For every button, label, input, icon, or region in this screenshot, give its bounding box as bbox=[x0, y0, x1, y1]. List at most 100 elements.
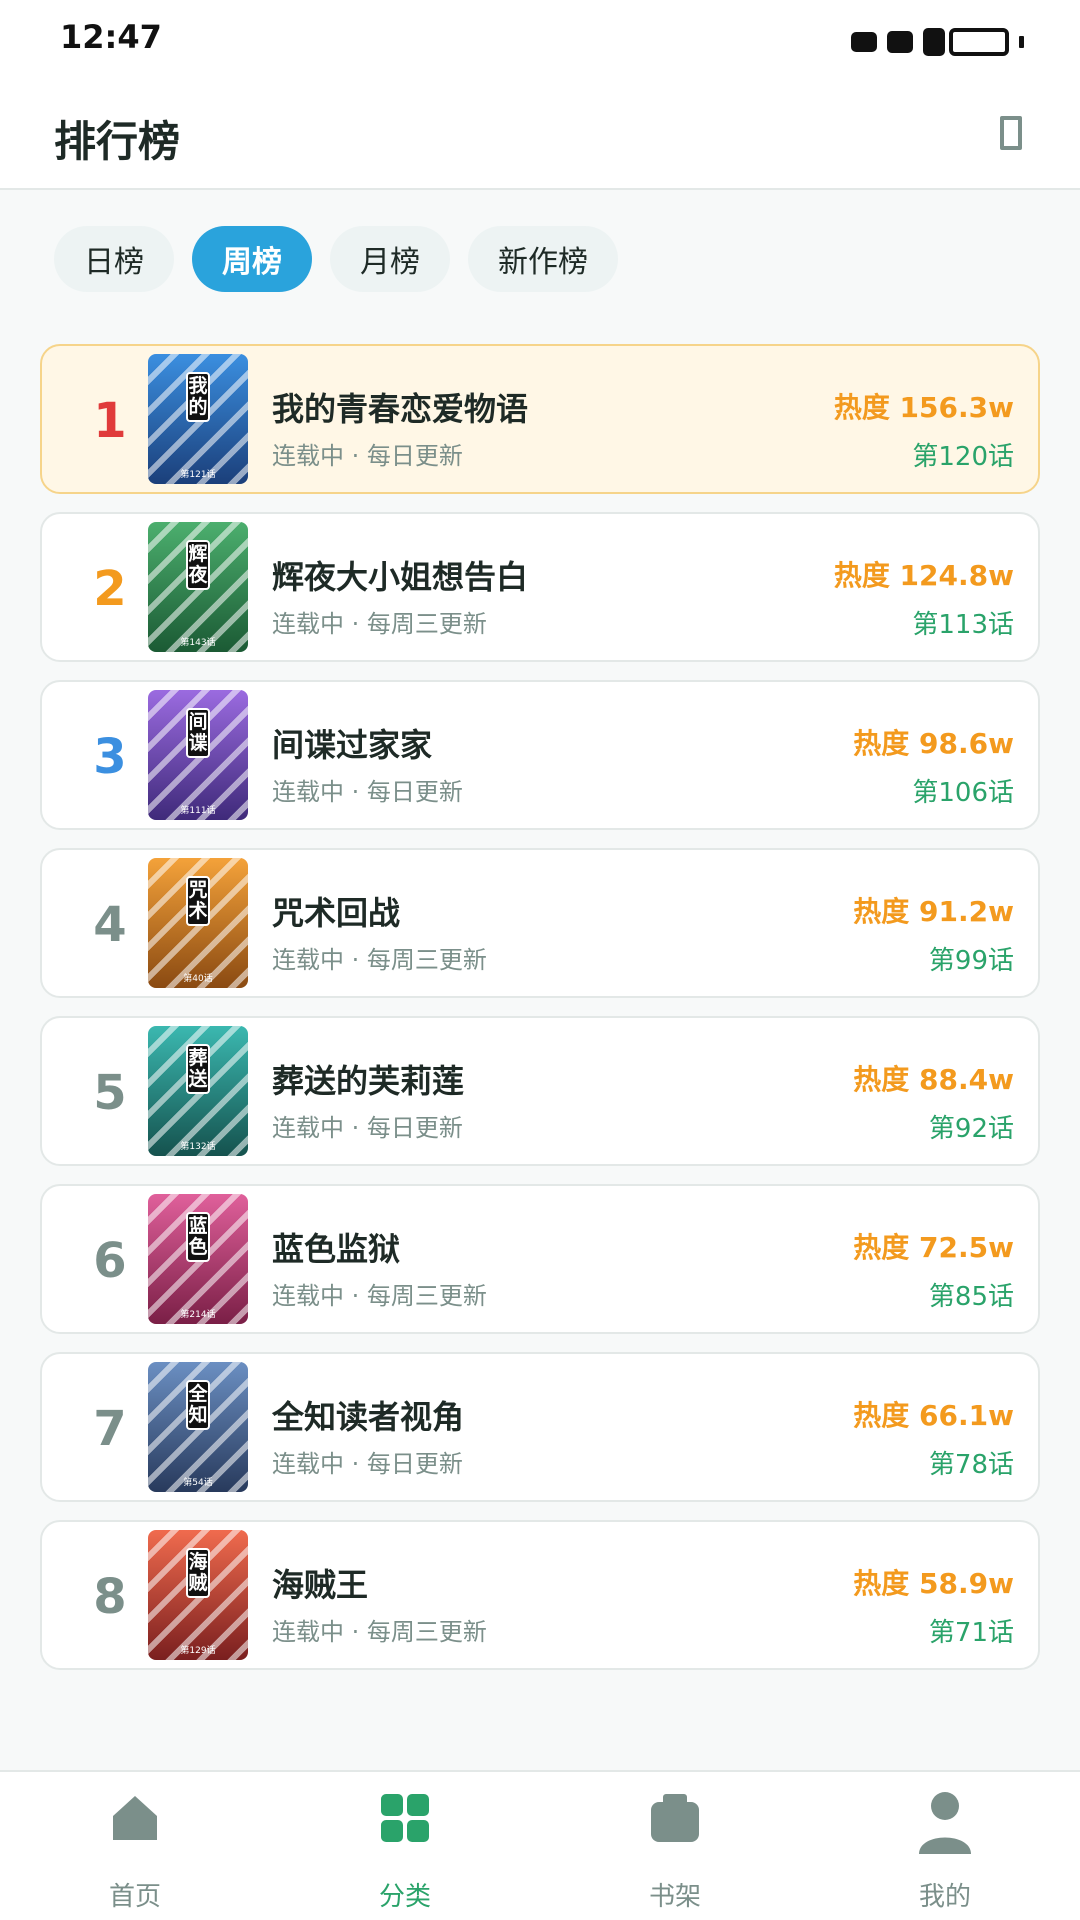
latest-episode: 第78话 bbox=[928, 1450, 1014, 1480]
nav-label: 我的 bbox=[918, 1882, 971, 1912]
comic-status: 连载中 · 每日更新 bbox=[272, 442, 463, 470]
tab-weekly[interactable]: 周榜 bbox=[192, 226, 312, 292]
cover-episode: 第40话 bbox=[183, 974, 213, 984]
nav-profile[interactable]: 我的 bbox=[810, 1772, 1080, 1920]
comic-status: 连载中 · 每日更新 bbox=[272, 778, 463, 806]
heat-score: 热度 156.3w bbox=[833, 391, 1014, 424]
latest-episode: 第92话 bbox=[928, 1114, 1014, 1144]
comic-status: 连载中 · 每周三更新 bbox=[272, 1618, 487, 1646]
cover-episode: 第121话 bbox=[180, 470, 216, 480]
comic-title: 我的青春恋爱物语 bbox=[272, 390, 529, 428]
status-time: 12:47 bbox=[60, 18, 162, 56]
rank-number: 4 bbox=[93, 897, 127, 953]
rank-number: 2 bbox=[93, 561, 127, 617]
latest-episode: 第106话 bbox=[912, 778, 1014, 808]
status-bar: 12:47 bbox=[0, 0, 1080, 82]
latest-episode: 第113话 bbox=[912, 610, 1014, 640]
header: 排行榜 bbox=[0, 82, 1080, 190]
comic-cover: 咒术 第40话 bbox=[148, 858, 248, 988]
heat-score: 热度 88.4w bbox=[853, 1063, 1014, 1096]
nav-label: 首页 bbox=[108, 1882, 161, 1912]
cover-title: 蓝色 bbox=[186, 1212, 210, 1262]
comic-title: 辉夜大小姐想告白 bbox=[272, 558, 529, 596]
cover-title: 咒术 bbox=[186, 876, 210, 926]
battery-icon bbox=[949, 28, 1009, 56]
ranking-item[interactable]: 1 我的 第121话 我的青春恋爱物语 连载中 · 每日更新 热度 156.3w… bbox=[40, 344, 1040, 494]
rank-number: 3 bbox=[93, 729, 127, 785]
heat-score: 热度 124.8w bbox=[833, 559, 1014, 592]
comic-cover: 葬送 第132话 bbox=[148, 1026, 248, 1156]
tab-daily[interactable]: 日榜 bbox=[54, 226, 174, 292]
latest-episode: 第99话 bbox=[928, 946, 1014, 976]
ranking-item[interactable]: 7 全知 第54话 全知读者视角 连载中 · 每日更新 热度 66.1w 第78… bbox=[40, 1352, 1040, 1502]
cover-title: 间谍 bbox=[186, 708, 210, 758]
rank-number: 7 bbox=[93, 1401, 127, 1457]
cover-episode: 第143话 bbox=[180, 638, 216, 648]
ranking-tabs: 日榜 周榜 月榜 新作榜 bbox=[54, 226, 618, 292]
comic-cover: 海贼 第129话 bbox=[148, 1530, 248, 1660]
battery-cap-icon bbox=[923, 28, 945, 56]
comic-status: 连载中 · 每周三更新 bbox=[272, 1282, 487, 1310]
cover-title: 辉夜 bbox=[186, 540, 210, 590]
profile-icon bbox=[919, 1792, 971, 1854]
cover-episode: 第132话 bbox=[180, 1142, 216, 1152]
comic-title: 海贼王 bbox=[272, 1566, 369, 1604]
heat-score: 热度 58.9w bbox=[853, 1567, 1014, 1600]
comic-title: 间谍过家家 bbox=[272, 726, 433, 764]
heat-score: 热度 66.1w bbox=[853, 1399, 1014, 1432]
ranking-item[interactable]: 8 海贼 第129话 海贼王 连载中 · 每周三更新 热度 58.9w 第71话 bbox=[40, 1520, 1040, 1670]
latest-episode: 第85话 bbox=[928, 1282, 1014, 1312]
comic-cover: 辉夜 第143话 bbox=[148, 522, 248, 652]
cover-title: 全知 bbox=[186, 1380, 210, 1430]
bottom-nav: 首页 分类 书架 我的 bbox=[0, 1770, 1080, 1920]
tab-new-works[interactable]: 新作榜 bbox=[468, 226, 618, 292]
status-icons bbox=[851, 28, 1024, 56]
ranking-item[interactable]: 3 间谍 第111话 间谍过家家 连载中 · 每日更新 热度 98.6w 第10… bbox=[40, 680, 1040, 830]
cover-title: 我的 bbox=[186, 372, 210, 422]
cover-episode: 第54话 bbox=[183, 1478, 213, 1488]
comic-title: 蓝色监狱 bbox=[272, 1230, 401, 1268]
comic-status: 连载中 · 每日更新 bbox=[272, 1114, 463, 1142]
latest-episode: 第120话 bbox=[912, 442, 1014, 472]
ranking-item[interactable]: 5 葬送 第132话 葬送的芙莉莲 连载中 · 每日更新 热度 88.4w 第9… bbox=[40, 1016, 1040, 1166]
comic-cover: 全知 第54话 bbox=[148, 1362, 248, 1492]
bookshelf-icon bbox=[651, 1794, 699, 1842]
cover-episode: 第129话 bbox=[180, 1646, 216, 1656]
battery-tip-icon bbox=[1019, 36, 1024, 48]
comic-title: 全知读者视角 bbox=[272, 1398, 465, 1436]
rank-number: 1 bbox=[93, 393, 127, 449]
comic-title: 咒术回战 bbox=[272, 894, 401, 932]
cover-episode: 第111话 bbox=[180, 806, 216, 816]
comic-cover: 我的 第121话 bbox=[148, 354, 248, 484]
rank-number: 5 bbox=[93, 1065, 127, 1121]
page-title: 排行榜 bbox=[54, 117, 181, 166]
cover-title: 葬送 bbox=[186, 1044, 210, 1094]
ranking-item[interactable]: 2 辉夜 第143话 辉夜大小姐想告白 连载中 · 每周三更新 热度 124.8… bbox=[40, 512, 1040, 662]
comic-status: 连载中 · 每日更新 bbox=[272, 1450, 463, 1478]
heat-score: 热度 72.5w bbox=[853, 1231, 1014, 1264]
comic-cover: 间谍 第111话 bbox=[148, 690, 248, 820]
tab-monthly[interactable]: 月榜 bbox=[330, 226, 450, 292]
heat-score: 热度 98.6w bbox=[853, 727, 1014, 760]
cover-episode: 第214话 bbox=[180, 1310, 216, 1320]
nav-label: 书架 bbox=[648, 1882, 701, 1912]
category-grid-icon bbox=[381, 1794, 429, 1842]
latest-episode: 第71话 bbox=[928, 1618, 1014, 1648]
nav-home[interactable]: 首页 bbox=[0, 1772, 270, 1920]
rank-number: 8 bbox=[93, 1569, 127, 1625]
comic-status: 连载中 · 每周三更新 bbox=[272, 610, 487, 638]
comic-title: 葬送的芙莉莲 bbox=[272, 1062, 465, 1100]
bookmark-icon[interactable] bbox=[1000, 116, 1022, 150]
nav-label: 分类 bbox=[378, 1882, 431, 1912]
cover-title: 海贼 bbox=[186, 1548, 210, 1598]
ranking-item[interactable]: 4 咒术 第40话 咒术回战 连载中 · 每周三更新 热度 91.2w 第99话 bbox=[40, 848, 1040, 998]
wifi-icon bbox=[887, 31, 913, 53]
comic-status: 连载中 · 每周三更新 bbox=[272, 946, 487, 974]
nav-bookshelf[interactable]: 书架 bbox=[540, 1772, 810, 1920]
heat-score: 热度 91.2w bbox=[853, 895, 1014, 928]
rank-number: 6 bbox=[93, 1233, 127, 1289]
ranking-item[interactable]: 6 蓝色 第214话 蓝色监狱 连载中 · 每周三更新 热度 72.5w 第85… bbox=[40, 1184, 1040, 1334]
home-icon bbox=[113, 1796, 157, 1840]
signal-icon bbox=[851, 32, 877, 52]
nav-category[interactable]: 分类 bbox=[270, 1772, 540, 1920]
